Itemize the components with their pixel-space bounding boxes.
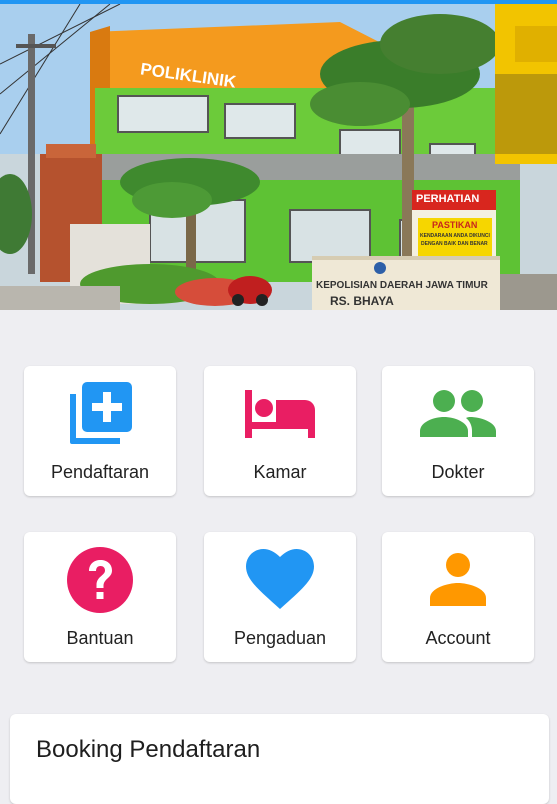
booking-title: Booking Pendaftaran: [36, 736, 261, 763]
bed-icon: [204, 378, 356, 450]
menu-label: Dokter: [431, 462, 485, 482]
hospital-banner-image: POLIKLINIK PERHATIAN PASTIKAN KENDARAAN …: [0, 4, 557, 310]
menu-tile-dokter[interactable]: Dokter: [382, 366, 534, 496]
heart-icon: [204, 544, 356, 616]
menu-tile-bantuan[interactable]: Bantuan: [24, 532, 176, 662]
menu-label: Account: [425, 628, 491, 648]
notice-line2-text: DENGAN BAIK DAN BENAR: [421, 241, 488, 247]
booking-card[interactable]: Booking Pendaftaran: [10, 714, 549, 804]
help-circle-icon: [24, 544, 176, 616]
menu-label: Pengaduan: [233, 628, 327, 648]
menu-tile-pendaftaran[interactable]: Pendaftaran: [24, 366, 176, 496]
people-icon: [382, 378, 534, 450]
menu-label: Bantuan: [66, 628, 134, 648]
institution-line2-text: RS. BHAYA: [330, 294, 394, 308]
menu-tile-pengaduan[interactable]: Pengaduan: [204, 532, 356, 662]
notice-word-text: PASTIKAN: [432, 220, 478, 230]
menu-label: Pendaftaran: [50, 462, 150, 482]
add-to-list-icon: [24, 378, 176, 450]
menu-tile-account[interactable]: Account: [382, 532, 534, 662]
hospital-building-illustration: [0, 4, 557, 310]
menu-label: Kamar: [253, 462, 307, 482]
notice-title-text: PERHATIAN: [416, 193, 480, 205]
person-icon: [382, 544, 534, 616]
institution-line1-text: KEPOLISIAN DAERAH JAWA TIMUR: [316, 280, 488, 291]
menu-tile-kamar[interactable]: Kamar: [204, 366, 356, 496]
notice-line1-text: KENDARAAN ANDA DIKUNCI: [420, 233, 490, 239]
